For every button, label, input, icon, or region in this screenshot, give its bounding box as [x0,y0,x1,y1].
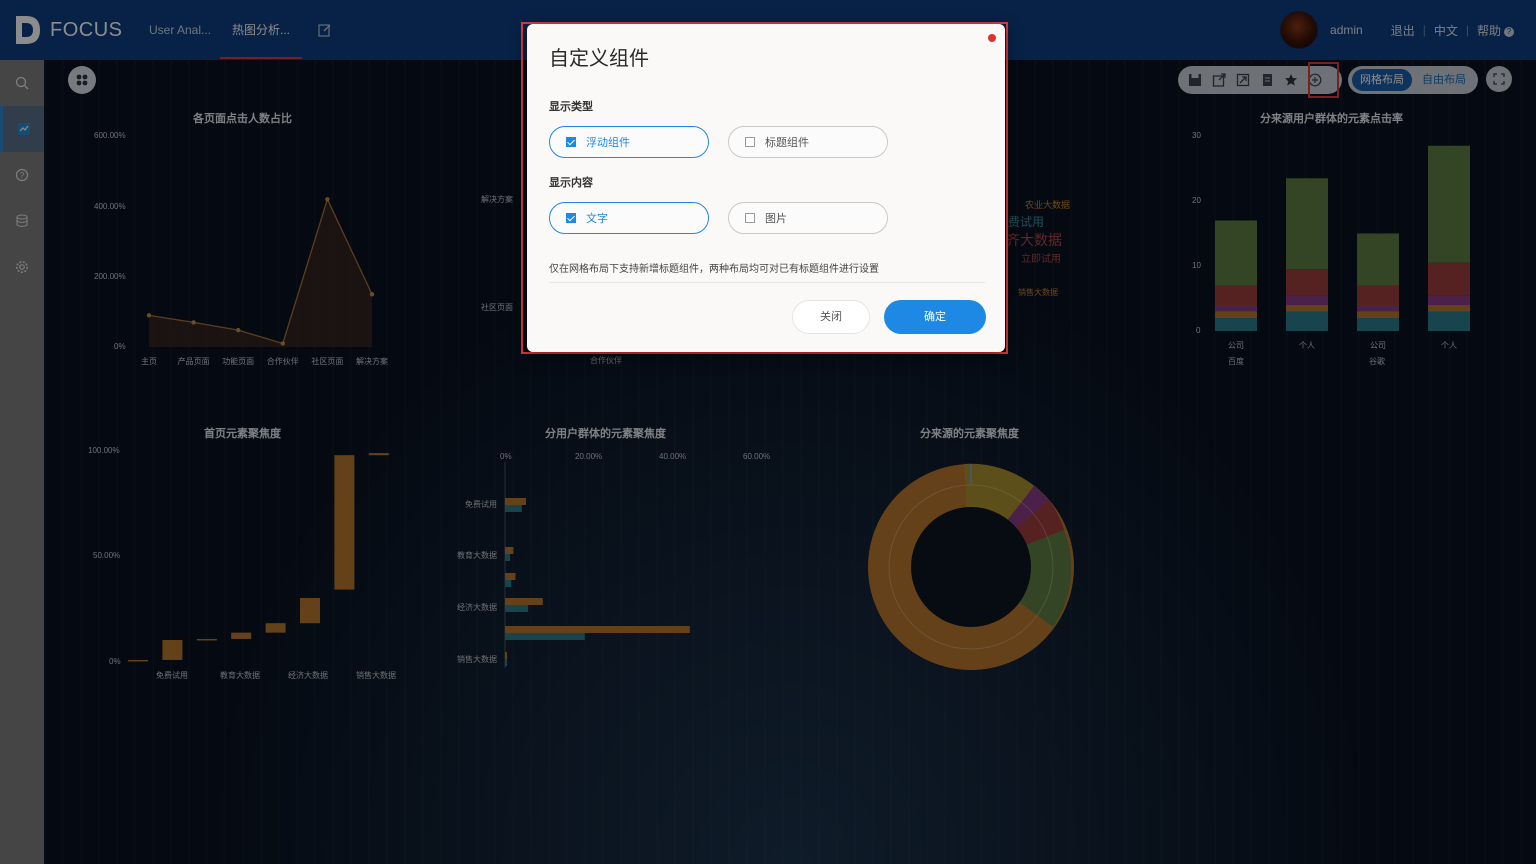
dialog-note: 仅在网格布局下支持新增标题组件，两种布局均可对已有标题组件进行设置 [549,264,879,275]
option-image[interactable]: 图片 [728,202,888,234]
option-label: 浮动组件 [586,137,630,149]
option-title-component[interactable]: 标题组件 [728,126,888,158]
option-text[interactable]: 文字 [549,202,709,234]
display-type-label: 显示类型 [549,101,593,113]
option-label: 标题组件 [765,137,809,149]
option-label: 文字 [586,213,608,225]
close-icon[interactable] [988,34,996,42]
checkbox-icon [566,137,576,147]
checkbox-icon [745,137,755,147]
option-floating-component[interactable]: 浮动组件 [549,126,709,158]
option-label: 图片 [765,213,787,225]
display-content-label: 显示内容 [549,177,593,189]
checkbox-icon [745,213,755,223]
close-button[interactable]: 关闭 [792,300,870,334]
divider [549,282,985,283]
dialog-title: 自定义组件 [549,48,649,70]
confirm-button[interactable]: 确定 [884,300,986,334]
custom-component-dialog: 自定义组件 显示类型 浮动组件 标题组件 显示内容 文字 图片 仅在网格布局下支… [527,24,1005,352]
checkbox-icon [566,213,576,223]
